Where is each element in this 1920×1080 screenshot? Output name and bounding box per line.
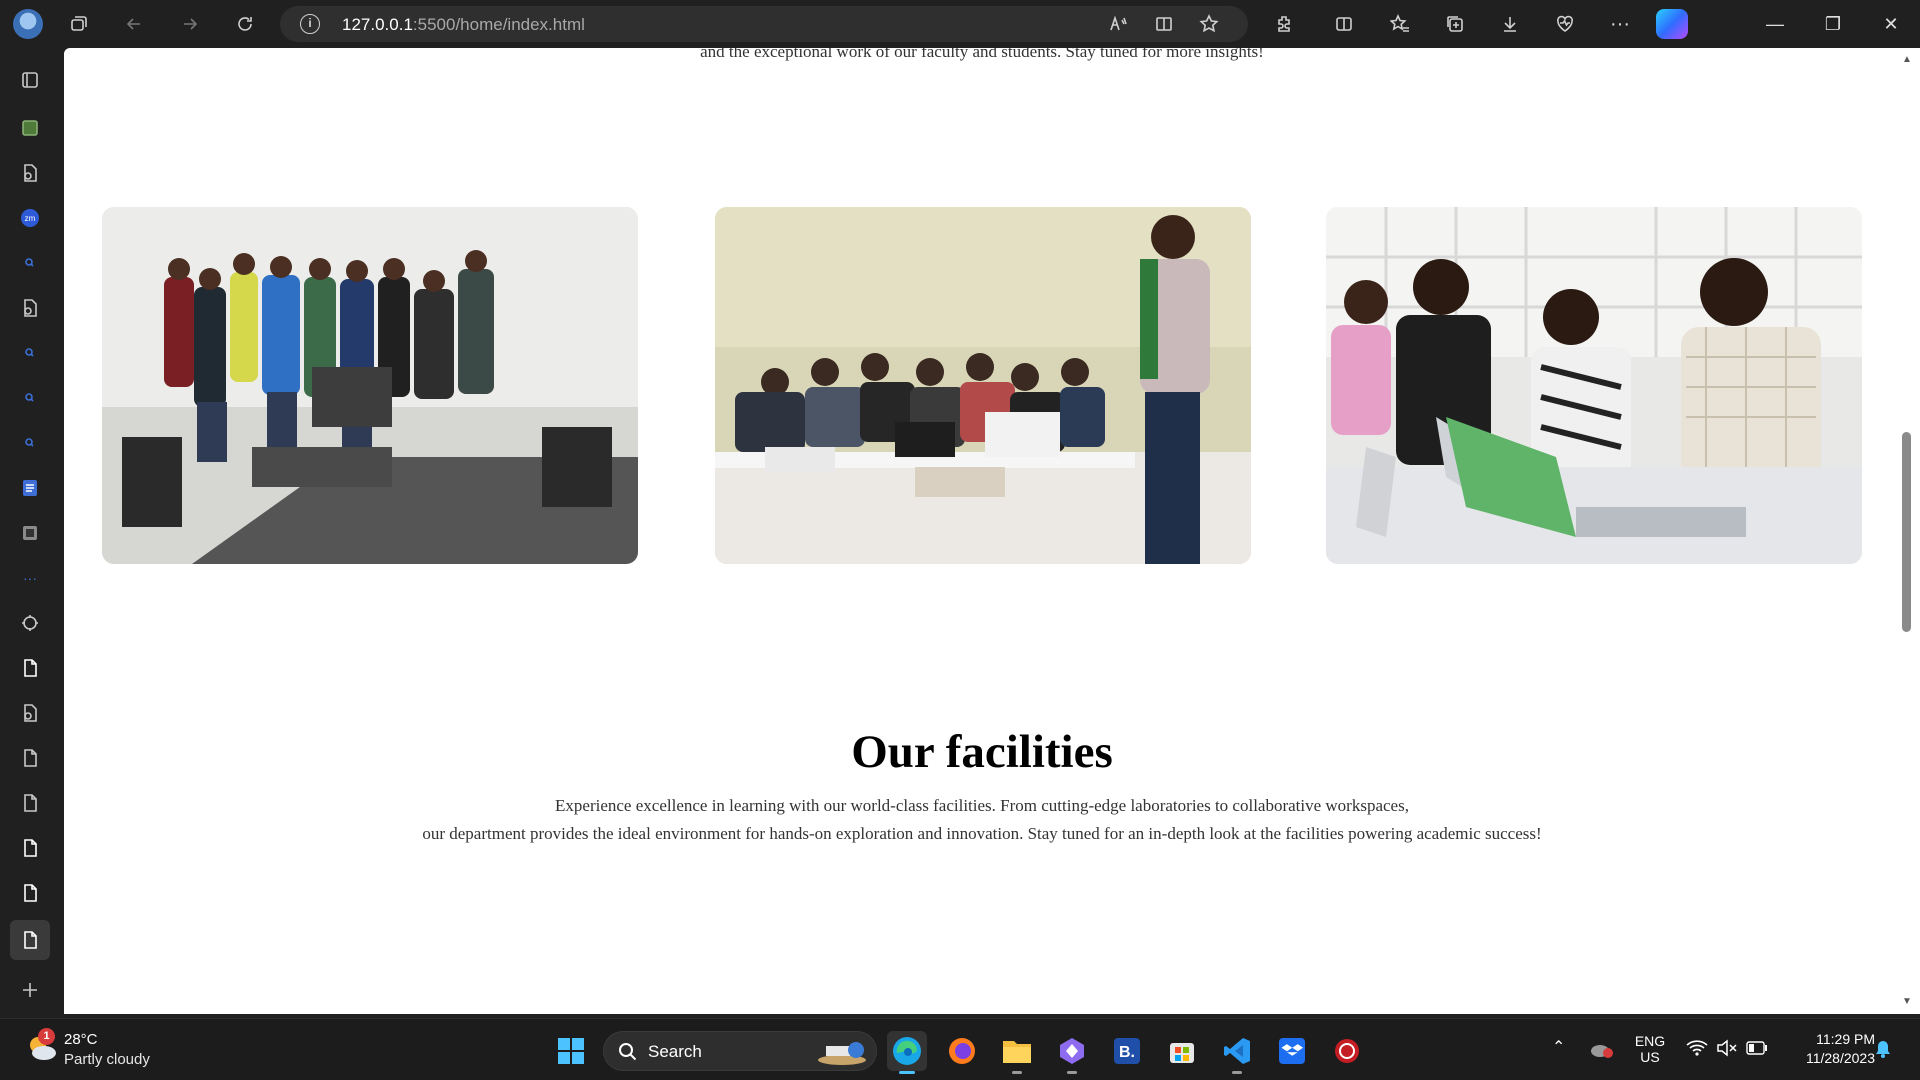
browser-essentials-icon[interactable] (1551, 10, 1579, 38)
restore-button[interactable]: ❐ (1810, 10, 1856, 38)
svg-text:B.: B. (1119, 1044, 1135, 1061)
clock-time: 11:29 PM (1816, 1031, 1875, 1047)
taskbar-app-b[interactable]: B. (1107, 1031, 1147, 1071)
taskbar-vscode[interactable] (1217, 1031, 1257, 1074)
taskbar-dropbox[interactable] (1272, 1031, 1312, 1071)
search-highlight-image (818, 1042, 866, 1065)
new-tab-icon[interactable] (18, 978, 42, 1002)
scroll-down-arrow[interactable]: ▼ (1901, 996, 1913, 1007)
tab-dots-icon[interactable]: ··· (18, 566, 42, 590)
tray-overflow-chevron-icon[interactable]: ⌃ (1552, 1037, 1565, 1057)
favorites-icon[interactable] (1386, 10, 1414, 38)
tab-page-icon[interactable] (18, 791, 42, 815)
facilities-desc-line-2: our department provides the ideal enviro… (422, 824, 1542, 843)
tab-search-icon[interactable] (18, 251, 42, 275)
scroll-thumb[interactable] (1902, 432, 1911, 632)
wifi-icon[interactable] (1686, 1039, 1708, 1057)
volume-muted-icon[interactable] (1716, 1039, 1738, 1057)
store-icon (1170, 1043, 1194, 1063)
windows-logo-icon (558, 1038, 584, 1064)
tab-page-icon[interactable] (18, 656, 42, 680)
facilities-title: Our facilities (851, 726, 1113, 778)
windows-taskbar: 1 28°C Partly cloudy Search B. ⌃ ENG US … (0, 1018, 1920, 1080)
close-button[interactable]: ✕ (1868, 10, 1914, 38)
forward-icon[interactable] (176, 10, 204, 38)
lecture-photo (715, 207, 1251, 564)
tab-actions-icon[interactable] (18, 68, 42, 92)
notification-bell-icon[interactable] (1874, 1039, 1892, 1059)
search-icon (619, 1043, 637, 1061)
tab-document-icon[interactable] (18, 701, 42, 725)
taskbar-app-hexagon[interactable] (1052, 1031, 1092, 1074)
downloads-icon[interactable] (1496, 10, 1524, 38)
taskbar-edge[interactable] (887, 1031, 927, 1074)
firefox-icon (949, 1038, 975, 1064)
taskbar-app-red[interactable] (1327, 1031, 1367, 1071)
search-label: Search (648, 1042, 702, 1061)
site-info-icon[interactable]: i (300, 14, 320, 34)
start-button[interactable] (551, 1031, 591, 1071)
extensions-icon[interactable] (1270, 10, 1298, 38)
copilot-icon[interactable] (1656, 9, 1688, 39)
tab-document-icon[interactable] (18, 296, 42, 320)
collections-icon[interactable] (1441, 10, 1469, 38)
tab-page-icon[interactable] (18, 881, 42, 905)
taskbar-file-explorer[interactable] (997, 1031, 1037, 1074)
tab-docs-icon[interactable] (18, 476, 42, 500)
address-bar[interactable]: i 127.0.0.1:5500/home/index.html (280, 6, 1248, 42)
clock-date: 11/28/2023 (1805, 1050, 1875, 1066)
facilities-description: Experience excellence in learning with o… (64, 792, 1900, 848)
onedrive-error-icon[interactable] (1590, 1039, 1614, 1059)
browser-toolbar: i 127.0.0.1:5500/home/index.html ··· — ❐… (0, 0, 1920, 48)
vertical-tabs-sidebar: zm ··· (0, 48, 64, 1018)
tab-page-icon[interactable] (18, 746, 42, 770)
hexagon-app-icon (1060, 1038, 1084, 1064)
tab-document-icon[interactable] (18, 161, 42, 185)
language-indicator[interactable]: ENG US (1630, 1033, 1670, 1065)
url-text[interactable]: 127.0.0.1:5500/home/index.html (342, 15, 585, 35)
minimize-button[interactable]: — (1752, 10, 1798, 38)
back-icon[interactable] (120, 10, 148, 38)
tab-search-icon[interactable] (18, 386, 42, 410)
taskbar-store[interactable] (1162, 1031, 1202, 1071)
facilities-desc-line-1: Experience excellence in learning with o… (555, 796, 1409, 815)
battery-icon[interactable] (1746, 1041, 1768, 1055)
weather-temperature: 28°C (64, 1031, 98, 1048)
refresh-icon[interactable] (231, 10, 259, 38)
favorite-star-icon[interactable] (1195, 10, 1223, 38)
intro-text-tail: and the exceptional work of our faculty … (700, 48, 1264, 61)
vscode-icon (1224, 1038, 1250, 1064)
tab-page-icon-active[interactable] (10, 920, 50, 960)
taskbar-search[interactable]: Search (603, 1031, 877, 1071)
dropbox-icon (1279, 1038, 1305, 1064)
b-app-icon: B. (1114, 1038, 1140, 1064)
edge-icon (893, 1037, 921, 1065)
taskbar-firefox[interactable] (942, 1031, 982, 1071)
red-app-icon (1335, 1039, 1359, 1063)
scroll-up-arrow[interactable]: ▲ (1901, 54, 1913, 65)
split-screen-icon[interactable] (1330, 10, 1358, 38)
workspaces-icon[interactable] (64, 10, 92, 38)
weather-description: Partly cloudy (64, 1051, 150, 1068)
tab-app-icon[interactable] (18, 521, 42, 545)
svg-text:zm: zm (25, 214, 36, 223)
tab-search-icon[interactable] (18, 431, 42, 455)
clock[interactable]: 11:29 PM 11/28/2023 (1780, 1031, 1875, 1066)
web-page: and the exceptional work of our faculty … (64, 48, 1900, 1014)
weather-notification-badge: 1 (38, 1028, 55, 1045)
tab-extension-icon[interactable] (18, 611, 42, 635)
folder-icon (1003, 1041, 1031, 1063)
lab-students-photo (1326, 207, 1862, 564)
group-photo (102, 207, 638, 564)
more-options-icon[interactable]: ··· (1606, 10, 1634, 38)
read-aloud-icon[interactable] (1104, 10, 1132, 38)
tab-page-icon[interactable] (18, 836, 42, 860)
profile-avatar[interactable] (13, 9, 43, 39)
tab-search-icon[interactable] (18, 341, 42, 365)
tab-favicon-image[interactable] (18, 116, 42, 140)
tab-zoom-icon[interactable]: zm (18, 206, 42, 230)
immersive-reader-icon[interactable] (1150, 10, 1178, 38)
